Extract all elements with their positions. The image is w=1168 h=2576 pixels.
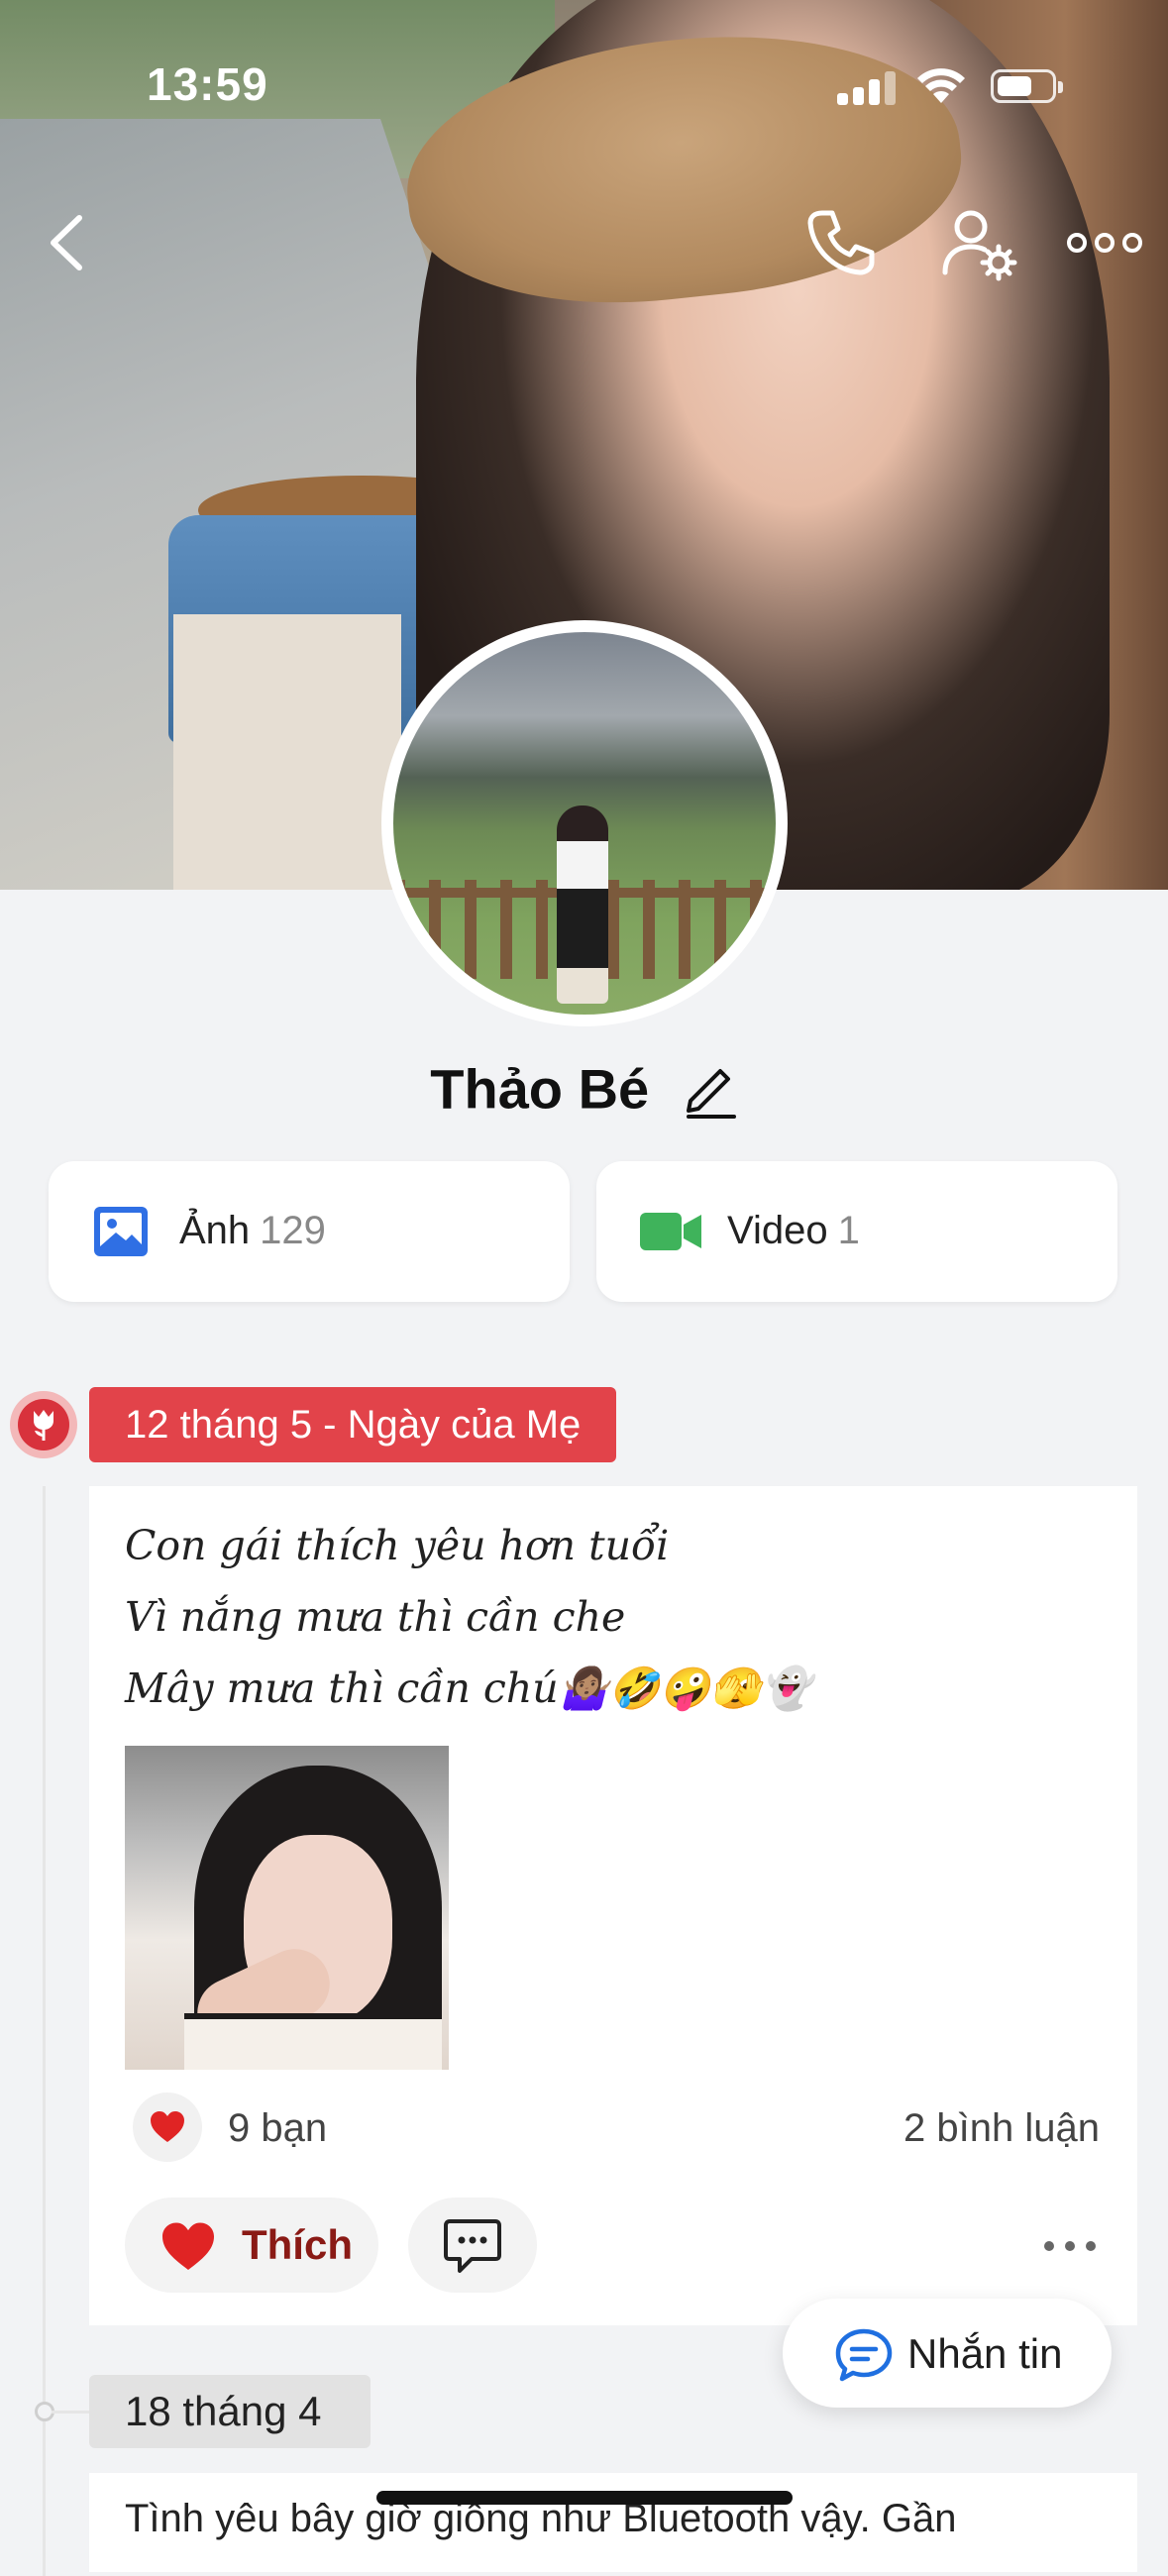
status-bar: 13:59 <box>0 0 1168 149</box>
tulip-icon <box>34 1410 53 1441</box>
phone-call-icon[interactable] <box>800 203 880 282</box>
profile-name: Thảo Bé <box>430 1057 650 1121</box>
heart-icon <box>162 2222 214 2270</box>
cover-chair <box>173 614 401 890</box>
message-button-label: Nhắn tin <box>907 2330 1063 2377</box>
photos-card[interactable]: Ảnh 129 <box>49 1161 570 1302</box>
post-text: Con gái thích yêu hơn tuổi Vì nắng mưa t… <box>125 1522 811 1712</box>
timeline-connector <box>52 2411 89 2414</box>
back-icon[interactable] <box>40 208 99 277</box>
videos-label: Video <box>727 1209 828 1252</box>
post-date-holiday: 12 tháng 5 - Ngày của Mẹ <box>89 1387 617 1462</box>
post-date: 18 tháng 4 <box>89 2375 371 2448</box>
battery-icon <box>991 69 1063 103</box>
post-card[interactable]: Con gái thích yêu hơn tuổi Vì nắng mưa t… <box>89 1486 1137 2325</box>
video-camera-icon <box>640 1213 701 1250</box>
profile-settings-icon[interactable] <box>939 203 1018 282</box>
heart-reaction-icon[interactable] <box>133 2093 202 2162</box>
holiday-badge <box>10 1391 77 1458</box>
profile-name-row: Thảo Bé <box>0 1052 1168 1122</box>
photo-icon <box>94 1207 148 1256</box>
home-indicator <box>376 2491 793 2505</box>
photos-label: Ảnh <box>179 1209 251 1252</box>
like-button-label: Thích <box>242 2221 353 2268</box>
like-count[interactable]: 9 bạn <box>228 2106 327 2151</box>
wifi-icon <box>917 68 965 103</box>
more-options-icon[interactable] <box>1065 203 1144 282</box>
comment-icon <box>444 2219 501 2273</box>
avatar-photo <box>393 632 776 1015</box>
message-bubble-icon <box>835 2328 893 2382</box>
avatar[interactable] <box>381 620 788 1026</box>
post-more-icon[interactable] <box>1042 2239 1098 2253</box>
photos-count: 129 <box>260 1209 326 1252</box>
like-button[interactable]: Thích <box>125 2198 378 2293</box>
comment-count[interactable]: 2 bình luận <box>903 2106 1100 2151</box>
videos-count: 1 <box>837 1209 860 1252</box>
status-time: 13:59 <box>147 58 268 110</box>
post-card-2[interactable]: Tình yêu bây giờ giống như Bluetooth vậy… <box>89 2473 1137 2572</box>
comment-button[interactable] <box>408 2198 537 2293</box>
cellular-signal-icon <box>837 71 901 105</box>
edit-pencil-icon[interactable] <box>683 1059 738 1120</box>
message-button[interactable]: Nhắn tin <box>783 2299 1112 2408</box>
videos-card[interactable]: Video 1 <box>596 1161 1117 1302</box>
post-photo[interactable] <box>125 1746 449 2070</box>
